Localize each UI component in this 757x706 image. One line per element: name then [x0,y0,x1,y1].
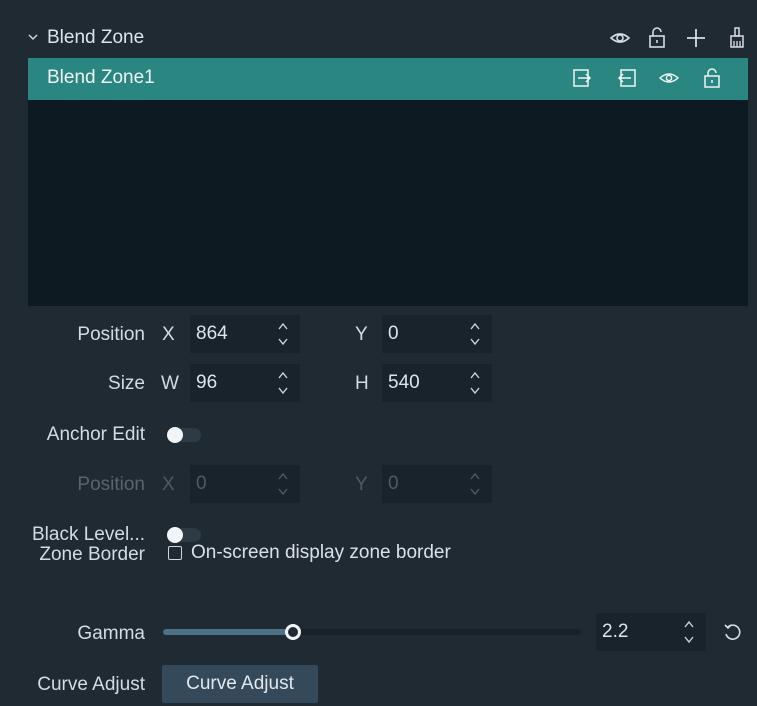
stepper-arrows-icon[interactable] [276,368,290,398]
size-w-value: 96 [196,372,218,393]
unlock-icon[interactable] [645,26,669,50]
size-label: Size [108,373,145,394]
curve-adjust-button-label: Curve Adjust [186,673,294,694]
anchor-edit-label: Anchor Edit [46,424,145,445]
import-icon[interactable] [616,67,638,89]
unlock-icon[interactable] [701,67,723,89]
x-axis-label: X [162,324,175,345]
size-h-value: 540 [388,372,420,393]
gamma-value: 2.2 [602,621,629,642]
position-label: Position [77,324,145,345]
h-axis-label: H [355,373,369,394]
list-item[interactable]: Blend Zone1 [28,58,748,100]
blend-zone-list[interactable]: Blend Zone1 [28,58,748,306]
stepper-arrows-icon [278,472,288,496]
y-axis-label: Y [355,324,368,345]
blend-zone-panel: Blend Zone Blend Zone1 Position X 864 Y … [0,0,757,706]
slider-fill [163,629,293,635]
size-w-field[interactable]: 96 [190,364,300,402]
reset-icon[interactable] [721,621,743,643]
zone-border-label: Zone Border [39,544,145,565]
slider-thumb[interactable] [285,624,301,640]
blend-zone-header[interactable]: Blend Zone [0,20,757,56]
zone-border-checkbox-label[interactable]: On-screen display zone border [191,542,451,564]
eye-icon[interactable] [658,67,680,89]
black-level-toggle[interactable] [167,527,201,543]
eye-icon[interactable] [608,26,632,50]
gamma-value-field[interactable]: 2.2 [596,613,706,651]
toggle-knob [167,527,183,543]
section-title: Blend Zone [47,27,145,48]
w-axis-label: W [161,373,179,394]
brush-icon[interactable] [725,26,749,50]
stepper-arrows-icon[interactable] [276,319,290,349]
position-x-field[interactable]: 864 [190,315,300,353]
stepper-arrows-icon[interactable] [682,617,696,647]
gamma-slider[interactable] [163,621,581,643]
plus-icon[interactable] [684,26,708,50]
stepper-arrows-icon[interactable] [468,368,482,398]
toggle-knob [167,427,183,443]
black-level-label: Black Level... [32,524,145,545]
y-axis-label: Y [355,474,368,495]
zone-name: Blend Zone1 [47,67,155,88]
position-x-value: 864 [196,323,228,344]
curve-adjust-button[interactable]: Curve Adjust [162,665,318,703]
size-h-field[interactable]: 540 [382,364,492,402]
anchor-edit-toggle[interactable] [167,427,201,443]
anchor-position-y-field: 0 [382,465,492,503]
curve-adjust-label: Curve Adjust [37,674,145,695]
x-axis-label: X [162,474,175,495]
anchor-y-value: 0 [388,473,399,494]
gamma-label: Gamma [77,623,145,644]
stepper-arrows-icon [470,472,480,496]
anchor-x-value: 0 [196,473,207,494]
stepper-arrows-icon[interactable] [468,319,482,349]
anchor-position-label: Position [77,474,145,495]
export-icon[interactable] [571,67,593,89]
position-y-value: 0 [388,323,399,344]
position-y-field[interactable]: 0 [382,315,492,353]
checkbox-box[interactable] [168,546,182,560]
anchor-position-x-field: 0 [190,465,300,503]
chevron-down-icon[interactable] [26,30,40,44]
